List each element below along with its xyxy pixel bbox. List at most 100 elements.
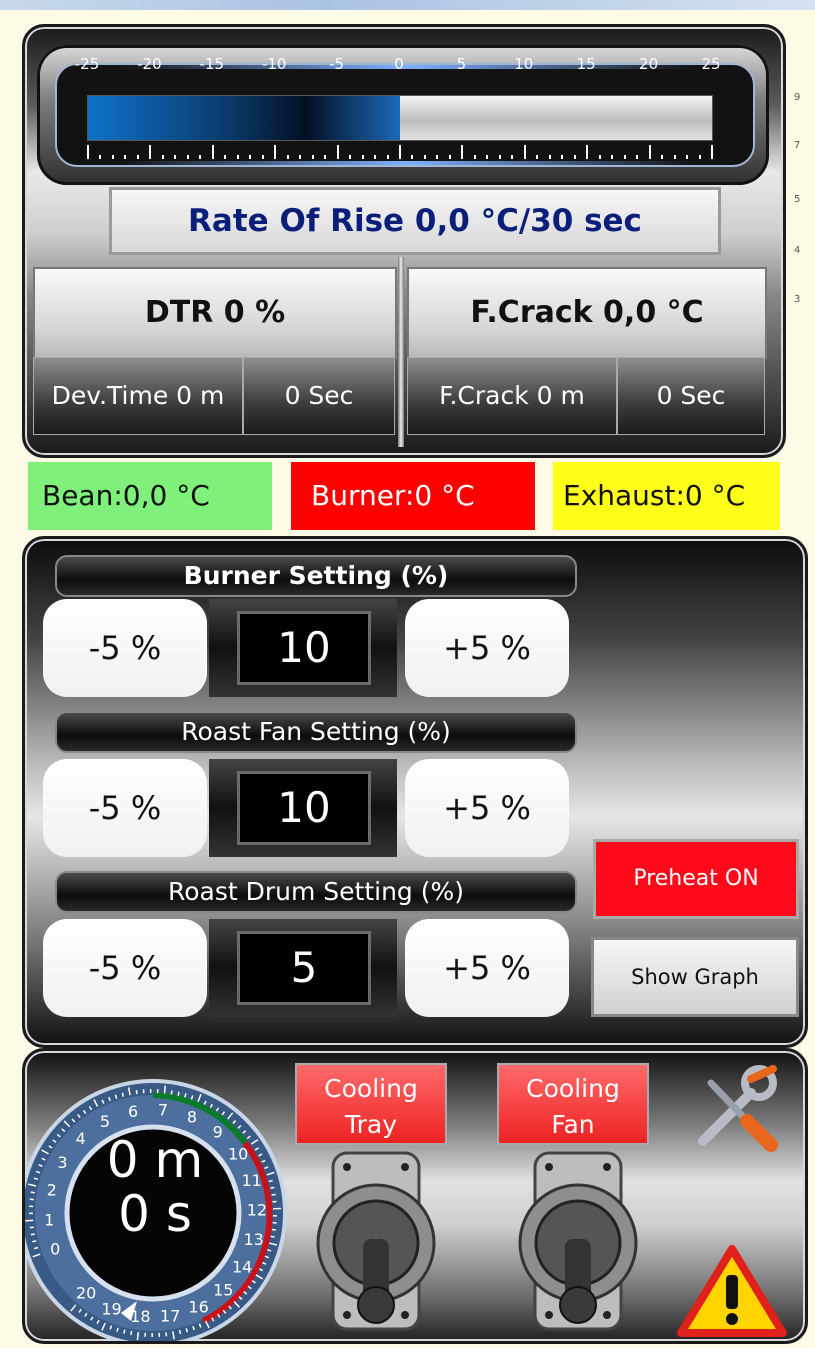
dial-number: 0 — [50, 1240, 60, 1259]
drum-increase-button[interactable]: +5 % — [405, 919, 569, 1017]
gauge-scale-tick — [124, 155, 127, 159]
cooling-tray-line2: Tray — [345, 1110, 397, 1139]
side-mark: 4 — [794, 245, 801, 256]
dial-tick — [270, 1186, 275, 1189]
gauge-scale-tick — [536, 155, 539, 159]
dial-number: 10 — [228, 1144, 248, 1163]
burner-setting-title: Burner Setting (%) — [55, 555, 577, 597]
cooling-fan-line1: Cooling — [526, 1074, 620, 1103]
gauge-glow-bottom — [117, 161, 697, 165]
tools-icon[interactable] — [689, 1065, 779, 1155]
gauge-scale-tick — [486, 155, 489, 159]
dtr-button[interactable]: DTR 0 % — [33, 267, 397, 359]
gauge-scale-tick — [149, 145, 152, 159]
roast-fan-setting-title: Roast Fan Setting (%) — [55, 711, 577, 753]
drum-decrease-button[interactable]: -5 % — [43, 919, 207, 1017]
cooling-tray-button[interactable]: Cooling Tray — [295, 1063, 447, 1145]
gauge-scale-tick — [611, 155, 614, 159]
gauge-scale-tick — [324, 155, 327, 159]
dial-tick — [270, 1235, 275, 1238]
gauge-tick-label: 20 — [639, 55, 659, 73]
dial-number: 2 — [47, 1181, 57, 1200]
rate-of-rise-display: Rate Of Rise 0,0 °C/30 sec — [109, 187, 721, 255]
dial-number: 12 — [247, 1200, 267, 1219]
gauge-scale-tick — [211, 145, 214, 159]
gauge-scale-tick — [498, 155, 501, 159]
burner-decrease-button[interactable]: -5 % — [43, 599, 207, 697]
gauge-tick-label: 0 — [394, 55, 404, 73]
gauge-scale-tick — [311, 155, 314, 159]
gauge-scale-tick — [386, 155, 389, 159]
cooling-tray-toggle-switch-icon[interactable] — [313, 1151, 439, 1331]
exhaust-temperature: Exhaust:0 °C — [553, 462, 780, 530]
gauge-scale-tick — [249, 155, 252, 159]
gauge-scale-tick — [299, 155, 302, 159]
first-crack-minutes: F.Crack 0 m — [407, 357, 617, 435]
dial-tick — [271, 1193, 276, 1196]
dial-tick — [135, 1090, 138, 1095]
gauge-scale-tick — [598, 155, 601, 159]
burner-increase-button[interactable]: +5 % — [405, 599, 569, 697]
dial-tick — [177, 1091, 180, 1096]
gauge-scale-tick — [586, 145, 589, 159]
timer-readout: 0 m 0 s — [85, 1133, 225, 1241]
gauge-scale-tick — [648, 145, 651, 159]
gauge-scale-tick — [161, 155, 164, 159]
gauge-scale-tick — [661, 155, 664, 159]
gauge-scale-tick — [274, 145, 277, 159]
roast-drum-setting-title: Roast Drum Setting (%) — [55, 871, 577, 913]
gauge-scale-tick — [623, 155, 626, 159]
dial-tick — [170, 1090, 173, 1095]
side-mark: 9 — [794, 92, 801, 103]
cooling-fan-toggle-switch-icon[interactable] — [515, 1151, 641, 1331]
gauge-scale-tick — [374, 155, 377, 159]
cooling-fan-line2: Fan — [551, 1110, 595, 1139]
dial-tick — [121, 1092, 125, 1097]
gauge-tick-label: -15 — [199, 55, 225, 73]
gauge-scale-tick — [448, 155, 451, 159]
settings-panel: Burner Setting (%) -5 % 10 +5 % Roast Fa… — [22, 536, 808, 1048]
fan-increase-button[interactable]: +5 % — [405, 759, 569, 857]
dial-number: 6 — [128, 1102, 138, 1121]
ror-gauge: -25 -20 -15 -10 -5 0 5 10 15 20 25 — [37, 45, 769, 185]
dial-tick — [30, 1233, 35, 1236]
dev-time-minutes: Dev.Time 0 m — [33, 357, 243, 435]
dial-number: 3 — [57, 1153, 67, 1172]
dial-number: 15 — [213, 1281, 233, 1300]
gauge-scale-tick — [461, 145, 464, 159]
first-crack-button[interactable]: F.Crack 0,0 °C — [407, 267, 767, 359]
dial-number: 5 — [100, 1112, 110, 1131]
gauge-scale-tick — [399, 145, 401, 159]
fan-value: 10 — [237, 771, 371, 845]
gauge-scale-tick — [99, 155, 102, 159]
gauge-tick-label: 15 — [576, 55, 596, 73]
dial-number: 11 — [241, 1171, 261, 1190]
timer-minutes: 0 m — [106, 1131, 204, 1189]
fan-decrease-button[interactable]: -5 % — [43, 759, 207, 857]
dial-number: 1 — [44, 1210, 54, 1229]
burner-value-frame: 10 — [209, 599, 397, 697]
cooling-fan-button[interactable]: Cooling Fan — [497, 1063, 649, 1145]
cooling-tray-line1: Cooling — [324, 1074, 418, 1103]
preheat-button[interactable]: Preheat ON — [593, 839, 799, 919]
dial-number: 17 — [160, 1307, 180, 1326]
gauge-scale-ticks — [87, 141, 713, 161]
first-crack-seconds: 0 Sec — [617, 357, 765, 435]
gauge-scale-tick — [711, 145, 713, 159]
dial-number: 14 — [232, 1258, 252, 1277]
drum-value-frame: 5 — [209, 919, 397, 1017]
gauge-scale-tick — [199, 155, 202, 159]
gauge-scale-tick — [561, 155, 564, 159]
gauge-scale-tick — [673, 155, 676, 159]
gauge-scale-tick — [411, 155, 414, 159]
dev-time-seconds: 0 Sec — [243, 357, 395, 435]
timer-cooling-panel: 0 1 2 3 4 5 6 7 8 9 10 11 12 13 14 15 16 17 18 19 20 0 m 0 s… — [22, 1048, 808, 1344]
dial-number: 20 — [76, 1284, 96, 1303]
warning-icon — [677, 1245, 787, 1337]
dial-tick — [32, 1240, 37, 1243]
show-graph-button[interactable]: Show Graph — [591, 937, 799, 1017]
gauge-scale-tick — [573, 155, 576, 159]
roast-status-panel: -25 -20 -15 -10 -5 0 5 10 15 20 25 Rate Of Rise 0,… — [22, 24, 786, 458]
dial-tick — [268, 1179, 273, 1183]
dial-tick — [130, 1330, 133, 1336]
